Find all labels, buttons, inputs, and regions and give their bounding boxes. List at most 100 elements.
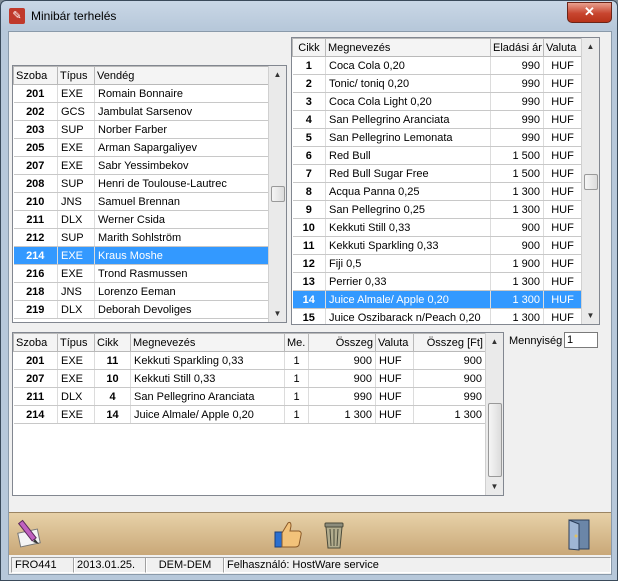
charge-row[interactable]: 214 EXE 14 Juice Almale/ Apple 0,20 1 1 300 HU… [13, 405, 486, 424]
table-cell: 202 [13, 102, 58, 121]
column-header[interactable]: Me. [284, 333, 309, 352]
product-row[interactable]: 10 Kekkuti Still 0,33 900 HUF [292, 218, 582, 237]
table-cell: 10 [94, 369, 131, 388]
status-terminal: FRO441 [11, 557, 75, 573]
quantity-label: Mennyiség [509, 335, 563, 347]
product-row[interactable]: 7 Red Bull Sugar Free 1 500 HUF [292, 164, 582, 183]
column-header[interactable]: Összeg [308, 333, 376, 352]
scroll-up-arrow[interactable]: ▲ [582, 38, 599, 55]
charge-row[interactable]: 211 DLX 4 San Pellegrino Aranciata 1 990 HUF 99… [13, 387, 486, 406]
product-row[interactable]: 6 Red Bull 1 500 HUF [292, 146, 582, 165]
guest-list[interactable]: Szoba Típus Vendég 201 EXE Romain Bonnaire… [12, 65, 287, 323]
product-row[interactable]: 8 Acqua Panna 0,25 1 300 HUF [292, 182, 582, 201]
charge-scrollbar[interactable]: ▲ ▼ [485, 333, 503, 495]
edit-icon[interactable] [13, 517, 47, 551]
guest-row[interactable]: 219 DLX Deborah Devoliges [13, 300, 269, 319]
guest-row[interactable]: 212 SUP Marith Sohlström [13, 228, 269, 247]
table-cell: EXE [57, 84, 95, 103]
product-row[interactable]: 4 San Pellegrino Aranciata 990 HUF [292, 110, 582, 129]
guest-row[interactable]: 210 JNS Samuel Brennan [13, 192, 269, 211]
column-header[interactable]: Eladási ár [490, 38, 544, 57]
column-header[interactable]: Cikk [292, 38, 326, 57]
product-row[interactable]: 3 Coca Cola Light 0,20 990 HUF [292, 92, 582, 111]
product-row[interactable]: 2 Tonic/ toniq 0,20 990 HUF [292, 74, 582, 93]
column-header[interactable]: Típus [57, 66, 95, 85]
table-cell: San Pellegrino 0,25 [325, 200, 491, 219]
product-row[interactable]: 9 San Pellegrino 0,25 1 300 HUF [292, 200, 582, 219]
product-row[interactable]: 14 Juice Almale/ Apple 0,20 1 300 HUF [292, 290, 582, 309]
guest-row[interactable]: 201 EXE Romain Bonnaire [13, 84, 269, 103]
column-header[interactable]: Megnevezés [325, 38, 491, 57]
table-cell: 208 [13, 174, 58, 193]
table-cell: 1 900 [490, 254, 544, 273]
charge-list[interactable]: Szoba Típus Cikk Megnevezés Me. Összeg V… [12, 332, 504, 496]
trash-icon[interactable] [317, 517, 351, 551]
table-cell: SUP [57, 120, 95, 139]
product-list[interactable]: Cikk Megnevezés Eladási ár Valuta 1 Coca … [291, 37, 600, 325]
guest-row[interactable]: 203 SUP Norber Farber [13, 120, 269, 139]
guest-row[interactable]: 218 JNS Lorenzo Eeman [13, 282, 269, 301]
table-cell: 7 [292, 164, 326, 183]
close-button[interactable]: ✕ [567, 2, 612, 23]
product-row[interactable]: 13 Perrier 0,33 1 300 HUF [292, 272, 582, 291]
action-toolbar [9, 512, 611, 556]
scroll-down-arrow[interactable]: ▼ [582, 307, 599, 324]
column-header[interactable]: Típus [57, 333, 95, 352]
column-header[interactable]: Szoba [13, 66, 58, 85]
table-cell: HUF [543, 218, 582, 237]
column-header[interactable]: Cikk [94, 333, 131, 352]
table-cell: 990 [490, 56, 544, 75]
table-cell: 11 [292, 236, 326, 255]
column-header[interactable]: Valuta [543, 38, 582, 57]
table-cell: 2 [292, 74, 326, 93]
guest-row[interactable]: 208 SUP Henri de Toulouse-Lautrec [13, 174, 269, 193]
guest-row[interactable]: 207 EXE Sabr Yessimbekov [13, 156, 269, 175]
scroll-thumb[interactable] [271, 186, 285, 202]
product-row[interactable]: 12 Fiji 0,5 1 900 HUF [292, 254, 582, 273]
product-row[interactable]: 1 Coca Cola 0,20 990 HUF [292, 56, 582, 75]
table-cell: Fiji 0,5 [325, 254, 491, 273]
scroll-up-arrow[interactable]: ▲ [486, 333, 503, 350]
scroll-down-arrow[interactable]: ▼ [269, 305, 286, 322]
table-cell: 1 300 [490, 308, 544, 324]
table-cell: 203 [13, 120, 58, 139]
product-row[interactable]: 11 Kekkuti Sparkling 0,33 900 HUF [292, 236, 582, 255]
exit-door-icon[interactable] [561, 517, 595, 551]
product-scrollbar[interactable]: ▲ ▼ [581, 38, 599, 324]
guest-row[interactable]: 205 EXE Arman Sapargaliyev [13, 138, 269, 157]
guest-row[interactable]: 214 EXE Kraus Moshe [13, 246, 269, 265]
scroll-up-arrow[interactable]: ▲ [269, 66, 286, 83]
table-cell: Coca Cola Light 0,20 [325, 92, 491, 111]
table-cell: SUP [57, 174, 95, 193]
product-row[interactable]: 5 San Pellegrino Lemonata 990 HUF [292, 128, 582, 147]
table-cell: Acqua Panna 0,25 [325, 182, 491, 201]
table-cell: 201 [13, 84, 58, 103]
table-cell: 5 [292, 128, 326, 147]
column-header[interactable]: Valuta [375, 333, 414, 352]
column-header[interactable]: Megnevezés [130, 333, 285, 352]
table-cell: San Pellegrino Aranciata [325, 110, 491, 129]
guest-row[interactable]: 211 DLX Werner Csida [13, 210, 269, 229]
product-row[interactable]: 15 Juice Oszibarack n/Peach 0,20 1 300 HUF [292, 308, 582, 324]
thumbs-up-icon[interactable] [271, 517, 305, 551]
table-cell: Deborah Devoliges [94, 300, 269, 319]
table-cell: 211 [13, 387, 58, 406]
table-cell: Jambulat Sarsenov [94, 102, 269, 121]
table-cell: 14 [292, 290, 326, 309]
column-header[interactable]: Szoba [13, 333, 58, 352]
scroll-thumb[interactable] [584, 174, 598, 190]
charge-row[interactable]: 201 EXE 11 Kekkuti Sparkling 0,33 1 900 HUF 900 [13, 351, 486, 370]
guest-row[interactable]: 216 EXE Trond Rasmussen [13, 264, 269, 283]
quantity-input[interactable] [564, 332, 598, 348]
table-cell: 212 [13, 228, 58, 247]
guest-scrollbar[interactable]: ▲ ▼ [268, 66, 286, 322]
charge-row[interactable]: 207 EXE 10 Kekkuti Still 0,33 1 900 HUF 900 [13, 369, 486, 388]
table-cell: Kekkuti Sparkling 0,33 [130, 351, 285, 370]
scroll-down-arrow[interactable]: ▼ [486, 478, 503, 495]
scroll-thumb[interactable] [488, 403, 502, 477]
title-bar: ✎ Minibár terhelés ✕ [1, 1, 617, 31]
table-cell: HUF [543, 56, 582, 75]
guest-row[interactable]: 202 GCS Jambulat Sarsenov [13, 102, 269, 121]
column-header[interactable]: Összeg [Ft] [413, 333, 486, 352]
column-header[interactable]: Vendég [94, 66, 269, 85]
